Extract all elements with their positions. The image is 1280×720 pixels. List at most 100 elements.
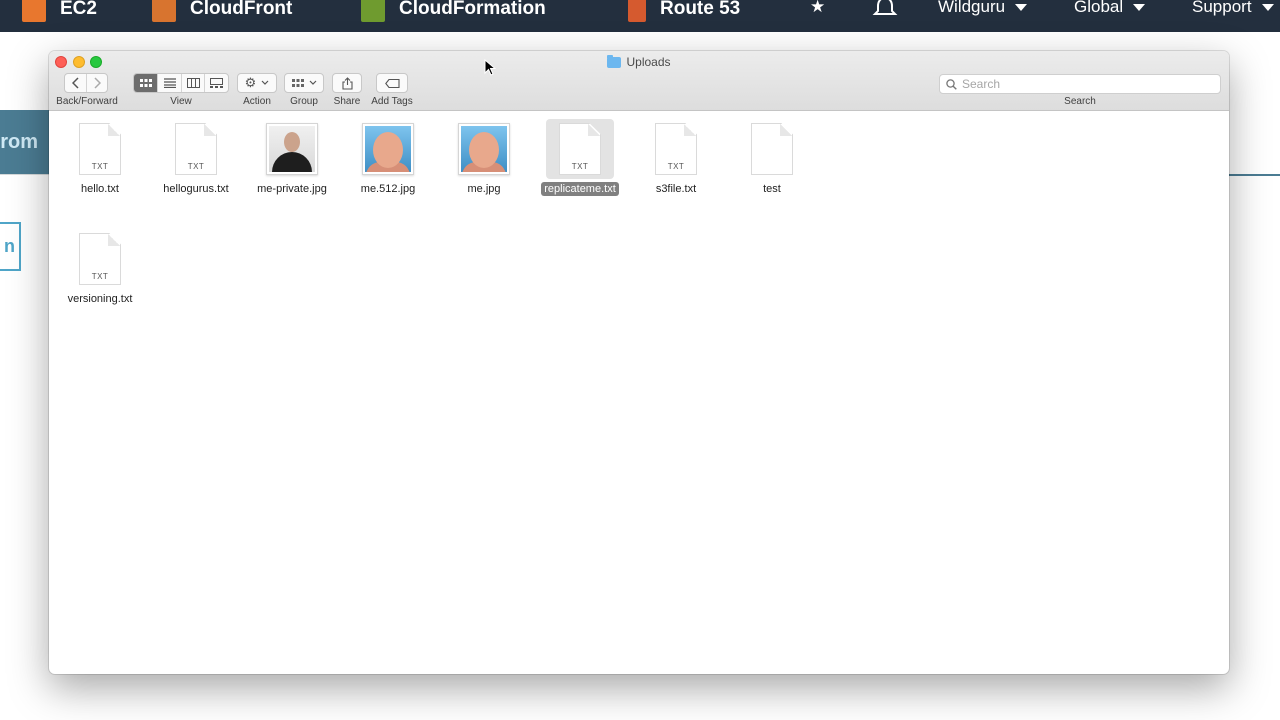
file-item[interactable]: me-private.jpg bbox=[247, 114, 337, 204]
nav-cloudfront[interactable]: CloudFront bbox=[152, 0, 292, 24]
file-thumbnail bbox=[354, 119, 422, 179]
file-ext-label: TXT bbox=[667, 162, 685, 171]
view-control bbox=[133, 73, 229, 93]
file-thumbnail: TXT bbox=[546, 119, 614, 179]
text-file-icon: TXT bbox=[655, 123, 697, 175]
file-ext-label: TXT bbox=[187, 162, 205, 171]
chevron-down-icon bbox=[261, 80, 269, 85]
nav-cloudformation-label: CloudFormation bbox=[399, 0, 546, 19]
grid-icon bbox=[139, 78, 152, 87]
add-tags-button-inner bbox=[377, 74, 407, 92]
view-label: View bbox=[170, 96, 192, 107]
file-name-text: me-private.jpg bbox=[257, 183, 327, 195]
file-thumbnail bbox=[450, 119, 518, 179]
tag-icon bbox=[384, 78, 400, 88]
action-button[interactable]: ⚙ bbox=[237, 73, 277, 93]
share-label: Share bbox=[333, 96, 361, 107]
file-item[interactable]: TXT s3file.txt bbox=[631, 114, 721, 204]
file-item[interactable]: me.jpg bbox=[439, 114, 529, 204]
bell-icon[interactable] bbox=[872, 0, 898, 22]
window-title-text: Uploads bbox=[626, 55, 671, 69]
nav-ec2[interactable]: EC2 bbox=[22, 0, 97, 24]
file-name-text: me.512.jpg bbox=[360, 183, 416, 195]
share-icon bbox=[341, 76, 353, 90]
file-name-text: versioning.txt bbox=[67, 293, 133, 305]
search-icon bbox=[946, 78, 957, 90]
file-name: me-private.jpg bbox=[247, 183, 337, 195]
gallery-icon bbox=[210, 78, 224, 88]
file-thumbnail bbox=[738, 119, 806, 179]
file-ext-label: TXT bbox=[91, 272, 109, 281]
aws-button-fragment[interactable]: n bbox=[0, 222, 21, 271]
file-name-text: hellogurus.txt bbox=[163, 183, 229, 195]
share-button[interactable] bbox=[332, 73, 362, 93]
nav-cloudfront-label: CloudFront bbox=[190, 0, 293, 19]
file-name: versioning.txt bbox=[55, 293, 145, 305]
nav-cloudformation[interactable]: CloudFormation bbox=[361, 0, 546, 24]
file-item[interactable]: me.512.jpg bbox=[343, 114, 433, 204]
back-forward-control bbox=[64, 73, 108, 93]
support-menu[interactable]: Support bbox=[1192, 0, 1274, 22]
file-name: replicateme.txt bbox=[535, 182, 625, 196]
divider bbox=[0, 174, 50, 175]
account-label: Wildguru bbox=[938, 0, 1006, 16]
search-label: Search bbox=[1064, 96, 1096, 107]
text-file-icon: TXT bbox=[559, 123, 601, 175]
divider bbox=[1228, 174, 1280, 176]
banner-text: rom bbox=[0, 130, 38, 153]
nav-ec2-label: EC2 bbox=[60, 0, 97, 19]
file-name: hellogurus.txt bbox=[151, 183, 241, 195]
file-thumbnail bbox=[258, 119, 326, 179]
pin-icon[interactable]: ★ bbox=[810, 0, 825, 22]
route53-service-icon bbox=[628, 0, 646, 22]
file-name-text: hello.txt bbox=[81, 183, 119, 195]
region-label: Global bbox=[1074, 0, 1124, 16]
chevron-down-icon bbox=[1015, 3, 1028, 11]
account-menu[interactable]: Wildguru bbox=[938, 0, 1028, 22]
share-button-inner bbox=[333, 74, 361, 92]
mouse-cursor-icon bbox=[484, 59, 496, 76]
gallery-view-button[interactable] bbox=[204, 74, 228, 92]
group-button[interactable] bbox=[284, 73, 324, 93]
file-item[interactable]: TXT versioning.txt bbox=[55, 224, 145, 314]
search-field[interactable] bbox=[939, 74, 1221, 94]
file-name: me.512.jpg bbox=[343, 183, 433, 195]
group-button-inner bbox=[285, 74, 323, 92]
search-input[interactable] bbox=[962, 77, 1202, 91]
region-menu[interactable]: Global bbox=[1074, 0, 1146, 22]
group-label: Group bbox=[290, 96, 318, 107]
folder-icon bbox=[607, 54, 622, 68]
add-tags-button[interactable] bbox=[376, 73, 408, 93]
file-thumbnail: TXT bbox=[66, 119, 134, 179]
file-item[interactable]: TXT hello.txt bbox=[55, 114, 145, 204]
action-label: Action bbox=[243, 96, 271, 107]
file-item-selected[interactable]: TXT replicateme.txt bbox=[535, 114, 625, 204]
columns-icon bbox=[186, 78, 200, 88]
chevron-left-icon bbox=[71, 77, 79, 89]
icon-view-button[interactable] bbox=[134, 74, 158, 92]
finder-window: Uploads Back/Forward View ⚙ Action Group… bbox=[49, 51, 1229, 674]
file-item[interactable]: TXT hellogurus.txt bbox=[151, 114, 241, 204]
file-thumbnail: TXT bbox=[642, 119, 710, 179]
text-file-icon: TXT bbox=[175, 123, 217, 175]
chevron-down-icon bbox=[309, 80, 316, 85]
gear-icon: ⚙ bbox=[244, 75, 257, 90]
support-label: Support bbox=[1192, 0, 1252, 16]
chevron-down-icon bbox=[1261, 3, 1274, 11]
aws-top-nav: EC2 CloudFront CloudFormation Route 53 ★… bbox=[0, 0, 1280, 32]
file-name-text: test bbox=[763, 183, 781, 195]
file-item[interactable]: test bbox=[727, 114, 817, 204]
file-thumbnail: TXT bbox=[162, 119, 230, 179]
nav-route53[interactable]: Route 53 bbox=[628, 0, 740, 24]
forward-button[interactable] bbox=[86, 74, 107, 92]
cloudfront-service-icon bbox=[152, 0, 176, 22]
image-file-icon bbox=[362, 123, 414, 175]
text-file-icon: TXT bbox=[79, 233, 121, 285]
group-icon bbox=[291, 78, 304, 87]
back-button[interactable] bbox=[65, 74, 86, 92]
list-view-button[interactable] bbox=[157, 74, 181, 92]
file-thumbnail: TXT bbox=[66, 229, 134, 289]
column-view-button[interactable] bbox=[180, 74, 205, 92]
finder-toolbar: Uploads Back/Forward View ⚙ Action Group… bbox=[49, 51, 1229, 111]
file-name: hello.txt bbox=[55, 183, 145, 195]
